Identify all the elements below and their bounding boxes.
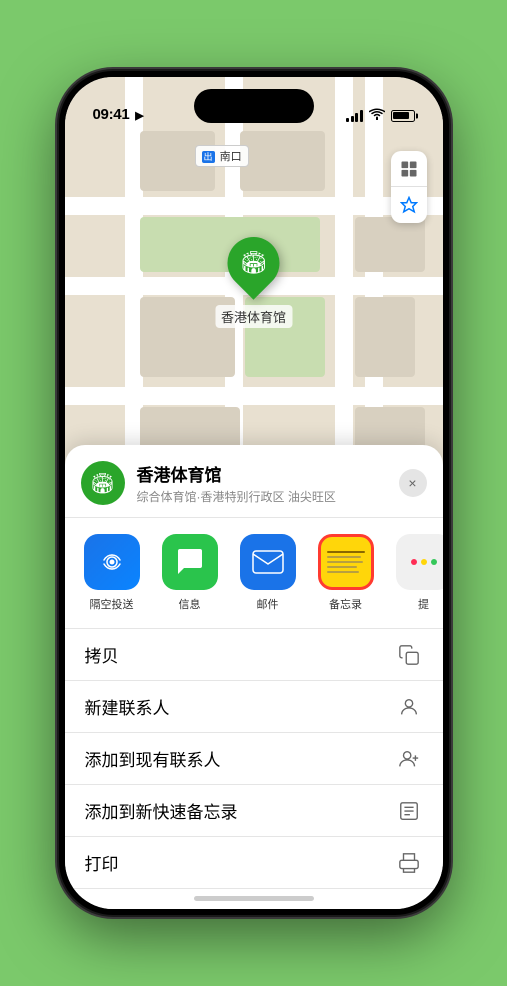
close-button[interactable]: × bbox=[399, 469, 427, 497]
new-contact-label: 新建联系人 bbox=[85, 694, 395, 719]
share-airdrop[interactable]: 隔空投送 bbox=[77, 534, 147, 612]
venue-icon: 🏟 bbox=[81, 461, 125, 505]
bottom-sheet: 🏟 香港体育馆 综合体育馆·香港特别行政区 油尖旺区 × bbox=[65, 445, 443, 909]
mail-label: 邮件 bbox=[257, 596, 279, 612]
share-more[interactable]: 提 bbox=[389, 534, 443, 612]
new-contact-icon bbox=[395, 693, 423, 721]
messages-icon bbox=[162, 534, 218, 590]
more-icon bbox=[396, 534, 443, 590]
dynamic-island bbox=[194, 89, 314, 123]
map-exit-label: 出 南口 bbox=[195, 145, 249, 167]
home-indicator bbox=[194, 896, 314, 901]
share-messages[interactable]: 信息 bbox=[155, 534, 225, 612]
quick-note-icon bbox=[395, 797, 423, 825]
battery-icon bbox=[391, 110, 415, 122]
add-existing-icon bbox=[395, 745, 423, 773]
signal-bars-icon bbox=[346, 110, 363, 122]
status-time: 09:41 ▶ bbox=[93, 106, 144, 123]
sheet-header: 🏟 香港体育馆 综合体育馆·香港特别行政区 油尖旺区 × bbox=[65, 445, 443, 518]
mail-icon bbox=[240, 534, 296, 590]
action-new-contact[interactable]: 新建联系人 bbox=[65, 681, 443, 733]
notes-label: 备忘录 bbox=[329, 596, 362, 612]
action-print[interactable]: 打印 bbox=[65, 837, 443, 889]
map-controls[interactable] bbox=[391, 151, 427, 223]
venue-name: 香港体育馆 bbox=[137, 461, 387, 486]
add-existing-label: 添加到现有联系人 bbox=[85, 746, 395, 771]
action-copy[interactable]: 拷贝 bbox=[65, 629, 443, 681]
print-icon bbox=[395, 849, 423, 877]
print-label: 打印 bbox=[85, 850, 395, 875]
share-notes[interactable]: 备忘录 bbox=[311, 534, 381, 612]
action-add-existing[interactable]: 添加到现有联系人 bbox=[65, 733, 443, 785]
venue-info: 香港体育馆 综合体育馆·香港特别行政区 油尖旺区 bbox=[137, 461, 387, 505]
venue-description: 综合体育馆·香港特别行政区 油尖旺区 bbox=[137, 488, 387, 505]
map-location-button[interactable] bbox=[391, 187, 427, 223]
copy-icon bbox=[395, 641, 423, 669]
action-quick-note[interactable]: 添加到新快速备忘录 bbox=[65, 785, 443, 837]
status-icons bbox=[346, 108, 415, 123]
airdrop-label: 隔空投送 bbox=[90, 596, 134, 612]
map-layers-button[interactable] bbox=[391, 151, 427, 187]
quick-note-label: 添加到新快速备忘录 bbox=[85, 798, 395, 823]
venue-map-label: 香港体育馆 bbox=[215, 305, 292, 328]
venue-marker: 🏟 香港体育馆 bbox=[215, 237, 292, 328]
messages-label: 信息 bbox=[179, 596, 201, 612]
share-row: 隔空投送 信息 bbox=[65, 518, 443, 629]
more-label: 提 bbox=[418, 596, 429, 612]
airdrop-icon bbox=[84, 534, 140, 590]
notes-icon bbox=[318, 534, 374, 590]
wifi-icon bbox=[369, 108, 385, 123]
share-mail[interactable]: 邮件 bbox=[233, 534, 303, 612]
copy-label: 拷贝 bbox=[85, 642, 395, 667]
